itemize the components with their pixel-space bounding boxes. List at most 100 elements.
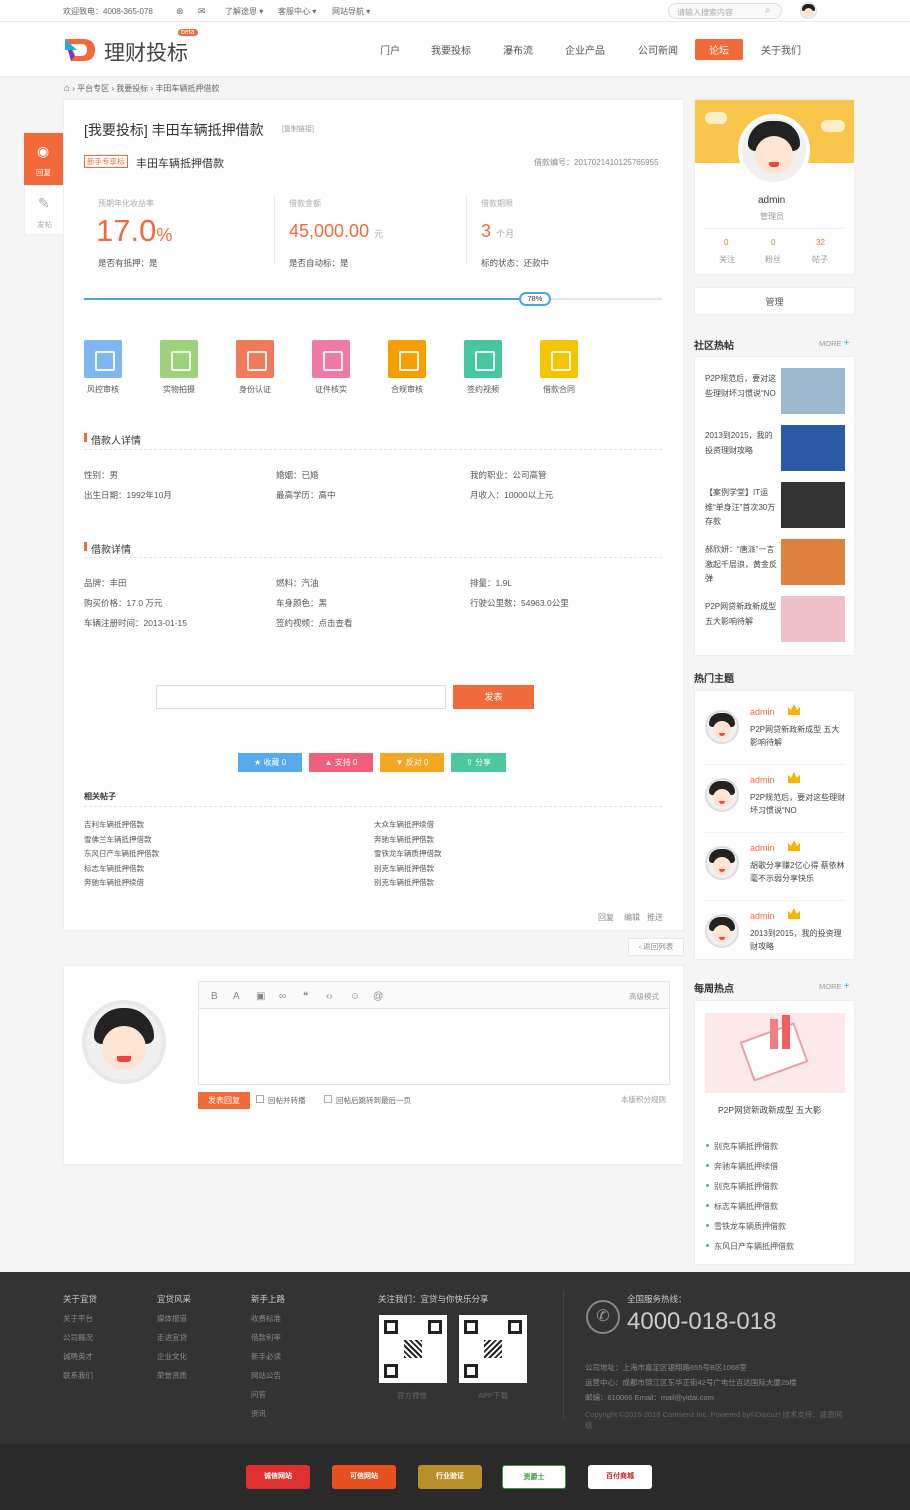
hot-post-image[interactable] xyxy=(781,539,845,585)
weekly-image[interactable] xyxy=(705,1013,845,1093)
hot-post-image[interactable] xyxy=(781,596,845,642)
push-link[interactable]: 推送 xyxy=(647,912,663,923)
hot-post-title[interactable]: P2P网贷新政新成型 五大影响待解 xyxy=(705,600,780,644)
related-item[interactable]: 大众车辆抵押续借 xyxy=(374,819,434,830)
oppose-button[interactable]: ▼ 反对 0 xyxy=(380,753,444,772)
footer-link[interactable]: 新手必读 xyxy=(251,1351,281,1362)
topic-author[interactable]: admin xyxy=(750,707,775,717)
weekly-item[interactable]: 标志车辆抵押借款 xyxy=(706,1201,778,1212)
badge-zijueshi[interactable]: 资爵士 xyxy=(502,1465,566,1489)
quote-icon[interactable]: ❝ xyxy=(303,991,308,1002)
profile-avatar[interactable] xyxy=(738,114,810,186)
footer-link[interactable]: 公司概况 xyxy=(63,1332,93,1343)
float-reply-button[interactable]: ◉ 回复 xyxy=(24,133,64,185)
edit-link[interactable]: 编辑 xyxy=(624,912,640,923)
audit-icon-0[interactable] xyxy=(84,340,122,378)
related-item[interactable]: 标志车辆抵押借款 xyxy=(84,863,144,874)
weibo-icon[interactable]: ⊛ xyxy=(176,6,184,17)
footer-link[interactable]: 诚聘英才 xyxy=(63,1351,93,1362)
topic-avatar[interactable] xyxy=(705,914,739,948)
footer-link[interactable]: 联系我们 xyxy=(63,1370,93,1381)
audit-icon-5[interactable] xyxy=(464,340,502,378)
footer-link[interactable]: 问答 xyxy=(251,1389,266,1400)
font-color-icon[interactable]: A xyxy=(233,991,240,1002)
logo-text[interactable]: 理财投标 xyxy=(104,37,188,67)
bold-icon[interactable]: B xyxy=(211,991,218,1002)
topic-title[interactable]: P2P规范后，要对这些理财坏习惯说“NO xyxy=(750,791,846,817)
related-item[interactable]: 东风日产车辆抵押借款 xyxy=(84,848,159,859)
badge-credit[interactable]: 诚信网站 xyxy=(246,1465,310,1489)
footer-link[interactable]: 荣誉资质 xyxy=(157,1370,187,1381)
footer-link[interactable]: 关于平台 xyxy=(63,1313,93,1324)
footer-link[interactable]: 借款利率 xyxy=(251,1332,281,1343)
code-icon[interactable]: ‹› xyxy=(326,991,333,1002)
emoji-icon[interactable]: ☺ xyxy=(350,991,360,1002)
hot-post-title[interactable]: 郝欣妍：“唐派”一言激起千层浪，黄金反弹 xyxy=(705,543,780,587)
search-box[interactable]: 请输入搜索内容 ⌕ xyxy=(668,3,782,19)
user-avatar[interactable] xyxy=(800,2,817,19)
audit-icon-2[interactable] xyxy=(236,340,274,378)
logo-icon[interactable] xyxy=(63,36,97,64)
related-item[interactable]: 别克车辆抵押借款 xyxy=(374,863,434,874)
weekly-caption[interactable]: P2P网贷新政新成型 五大影 xyxy=(718,1104,821,1116)
badge-industry[interactable]: 行业验证 xyxy=(418,1465,482,1489)
menu-service[interactable]: 客服中心 ▾ xyxy=(278,6,316,17)
support-button[interactable]: ▲ 支持 0 xyxy=(309,753,373,772)
topic-avatar[interactable] xyxy=(705,846,739,880)
weekly-item[interactable]: 奔驰车辆抵押续借 xyxy=(706,1161,778,1172)
related-item[interactable]: 奔驰车辆抵押续借 xyxy=(84,877,144,888)
jump-last-checkbox[interactable] xyxy=(324,1095,332,1103)
hot-post-image[interactable] xyxy=(781,482,845,528)
float-post-button[interactable]: ✎ 发帖 xyxy=(24,185,64,235)
topic-author[interactable]: admin xyxy=(750,911,775,921)
favorite-button[interactable]: ★ 收藏 0 xyxy=(238,753,302,772)
footer-link[interactable]: 资讯 xyxy=(251,1408,266,1419)
rules-link[interactable]: 本版积分规则 xyxy=(621,1094,666,1105)
image-icon[interactable]: ▣ xyxy=(256,991,265,1002)
hot-post-title[interactable]: 2013到2015，我的投资理财攻略 xyxy=(705,429,780,473)
audit-icon-3[interactable] xyxy=(312,340,350,378)
nav-about[interactable]: 关于我们 xyxy=(761,42,801,57)
crumb-1[interactable]: 平台专区 xyxy=(77,84,109,93)
badge-baifu[interactable]: 百付商城 xyxy=(588,1465,652,1489)
submit-button[interactable]: 发表 xyxy=(453,685,534,709)
video-link[interactable]: 签约视频：点击查看 xyxy=(276,617,353,629)
nav-waterfall[interactable]: 瀑布流 xyxy=(503,42,533,57)
audit-icon-1[interactable] xyxy=(160,340,198,378)
hot-post-title[interactable]: P2P规范后，要对这些理财坏习惯说“NO xyxy=(705,372,780,416)
menu-sitenav[interactable]: 网站导航 ▾ xyxy=(332,6,370,17)
back-to-list-button[interactable]: ‹ 返回列表 xyxy=(628,938,684,956)
wechat-icon[interactable]: ✉ xyxy=(198,6,206,17)
repost-checkbox[interactable] xyxy=(256,1095,264,1103)
weekly-item[interactable]: 别克车辆抵押借款 xyxy=(706,1181,778,1192)
audit-icon-4[interactable] xyxy=(388,340,426,378)
hot-more-link[interactable]: MORE + xyxy=(819,338,849,349)
manage-button[interactable]: 管理 xyxy=(694,287,855,315)
advanced-mode-link[interactable]: 高级模式 xyxy=(629,991,659,1002)
topic-author[interactable]: admin xyxy=(750,843,775,853)
weekly-more-link[interactable]: MORE + xyxy=(819,981,849,992)
weekly-item[interactable]: 东风日产车辆抵押借款 xyxy=(706,1241,794,1252)
topic-avatar[interactable] xyxy=(705,710,739,744)
related-item[interactable]: 奔驰车辆抵押借款 xyxy=(374,834,434,845)
topic-author[interactable]: admin xyxy=(750,775,775,785)
related-item[interactable]: 吉利车辆抵押借款 xyxy=(84,819,144,830)
audit-icon-6[interactable] xyxy=(540,340,578,378)
search-icon[interactable]: ⌕ xyxy=(765,5,771,16)
quick-comment-input[interactable] xyxy=(156,685,446,709)
hot-post-image[interactable] xyxy=(781,368,845,414)
nav-invest[interactable]: 我要投标 xyxy=(431,42,471,57)
crumb-2[interactable]: 我要投标 xyxy=(116,84,148,93)
weekly-item[interactable]: 雪铁龙车辆质押借款 xyxy=(706,1221,786,1232)
share-button[interactable]: ⇪ 分享 xyxy=(451,753,506,772)
reply-link[interactable]: 回复 xyxy=(598,912,614,923)
related-item[interactable]: 雪铁龙车辆质押借款 xyxy=(374,848,442,859)
post-reply-button[interactable]: 发表回复 xyxy=(198,1092,250,1109)
related-item[interactable]: 雪佛兰车辆抵押借款 xyxy=(84,834,152,845)
menu-about[interactable]: 了解途恩 ▾ xyxy=(225,6,263,17)
footer-link[interactable]: 收费标准 xyxy=(251,1313,281,1324)
footer-link[interactable]: 网站公告 xyxy=(251,1370,281,1381)
footer-link[interactable]: 走进宜贷 xyxy=(157,1332,187,1343)
nav-news[interactable]: 公司新闻 xyxy=(638,42,678,57)
home-icon[interactable]: ⌂ xyxy=(64,83,70,94)
